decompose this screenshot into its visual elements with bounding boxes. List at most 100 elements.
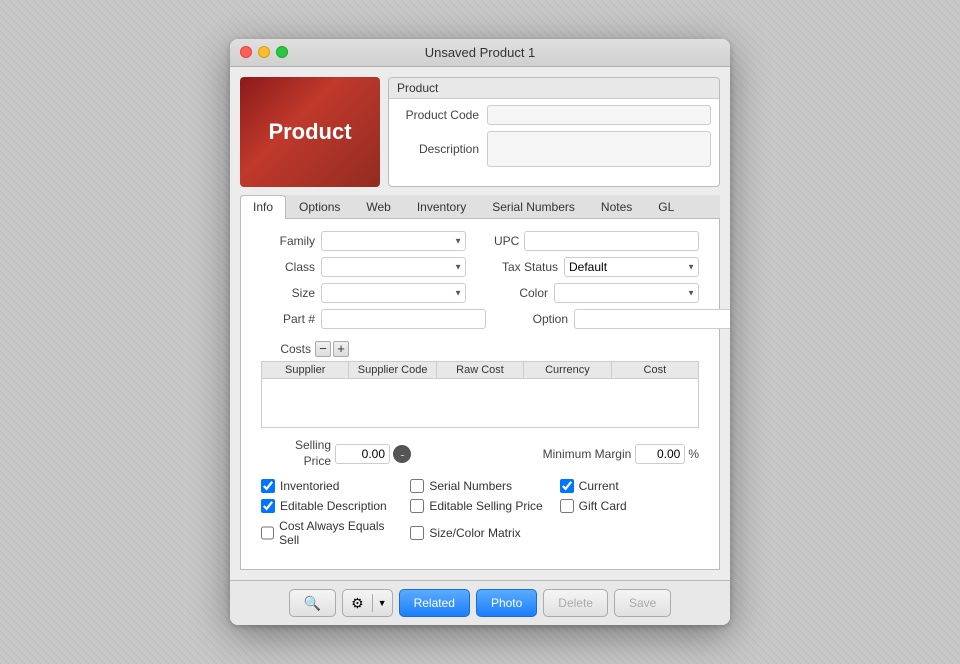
part-label: Part #: [261, 312, 321, 326]
percent-symbol: %: [688, 447, 699, 461]
search-icon: 🔍: [304, 595, 321, 612]
tabs: Info Options Web Inventory Serial Number…: [240, 195, 720, 219]
gear-icon[interactable]: ⚙: [343, 590, 372, 616]
save-label: Save: [629, 596, 656, 610]
size-label: Size: [261, 286, 321, 300]
size-input[interactable]: [321, 283, 466, 303]
size-color-matrix-checkbox[interactable]: Size/Color Matrix: [410, 519, 549, 547]
option-group: Option: [514, 309, 730, 329]
gift-card-checkbox[interactable]: Gift Card: [560, 499, 699, 513]
cost-always-equals-sell-checkbox[interactable]: Cost Always Equals Sell: [261, 519, 400, 547]
current-checkbox[interactable]: Current: [560, 479, 699, 493]
delete-label: Delete: [558, 596, 593, 610]
family-upc-row: Family ▼ UPC: [261, 231, 699, 251]
tab-content: Family ▼ UPC Class: [240, 219, 720, 570]
description-input[interactable]: [487, 131, 711, 167]
part-group: Part #: [261, 309, 486, 329]
tax-status-select-wrapper: Default Taxable Non-Taxable ▼: [564, 257, 699, 277]
editable-selling-price-checkbox[interactable]: Editable Selling Price: [410, 499, 549, 513]
top-section: Product Product Product Code Description: [240, 77, 720, 187]
option-input[interactable]: [574, 309, 730, 329]
class-group: Class ▼: [261, 257, 466, 277]
tab-web[interactable]: Web: [353, 195, 403, 218]
part-input[interactable]: [321, 309, 486, 329]
upc-group: UPC: [494, 231, 699, 251]
class-label: Class: [261, 260, 321, 274]
family-dropdown-wrapper: ▼: [321, 231, 466, 251]
tax-status-label: Tax Status: [494, 260, 564, 274]
fields-section: Family ▼ UPC Class: [261, 231, 699, 329]
family-label: Family: [261, 234, 321, 248]
costs-section: Costs − + Supplier Supplier Code Raw Cos…: [261, 341, 699, 428]
traffic-lights: [240, 46, 288, 58]
upc-input[interactable]: [524, 231, 699, 251]
tax-status-group: Tax Status Default Taxable Non-Taxable ▼: [494, 257, 699, 277]
delete-button[interactable]: Delete: [543, 589, 608, 617]
tab-options[interactable]: Options: [286, 195, 353, 218]
selling-price-label: SellingPrice: [261, 438, 331, 469]
class-select[interactable]: [321, 257, 466, 277]
product-info-header: Product: [389, 78, 719, 99]
costs-label: Costs: [261, 342, 311, 356]
color-label: Color: [494, 286, 554, 300]
col-supplier-code: Supplier Code: [349, 362, 436, 378]
window-title: Unsaved Product 1: [425, 45, 536, 60]
minimize-button[interactable]: [258, 46, 270, 58]
inventoried-checkbox[interactable]: Inventoried: [261, 479, 400, 493]
main-window: Unsaved Product 1 Product Product Produc…: [230, 39, 730, 625]
color-group: Color ▼: [494, 283, 699, 303]
serial-numbers-checkbox[interactable]: Serial Numbers: [410, 479, 549, 493]
tax-status-select[interactable]: Default Taxable Non-Taxable: [564, 257, 699, 277]
size-color-row: Size ▼ Color ▼: [261, 283, 699, 303]
related-label: Related: [414, 596, 455, 610]
product-code-input[interactable]: [487, 105, 711, 125]
col-raw-cost: Raw Cost: [437, 362, 524, 378]
tab-notes[interactable]: Notes: [588, 195, 645, 218]
size-dropdown-wrapper: ▼: [321, 283, 466, 303]
family-input[interactable]: [321, 231, 466, 251]
tab-inventory[interactable]: Inventory: [404, 195, 479, 218]
class-tax-row: Class ▼ Tax Status Default: [261, 257, 699, 277]
photo-label: Photo: [491, 596, 522, 610]
product-code-row: Product Code: [397, 105, 711, 125]
photo-button[interactable]: Photo: [476, 589, 537, 617]
size-group: Size ▼: [261, 283, 466, 303]
class-select-wrapper: ▼: [321, 257, 466, 277]
costs-table-body[interactable]: [261, 378, 699, 428]
add-cost-button[interactable]: +: [333, 341, 349, 357]
selling-price-row: SellingPrice Minimum Margin %: [261, 438, 699, 469]
tab-gl[interactable]: GL: [645, 195, 687, 218]
costs-header: Costs − +: [261, 341, 699, 357]
product-image-label: Product: [268, 119, 351, 145]
save-button[interactable]: Save: [614, 589, 671, 617]
family-group: Family ▼: [261, 231, 466, 251]
selling-price-button[interactable]: [393, 445, 411, 463]
costs-table-header: Supplier Supplier Code Raw Cost Currency…: [261, 361, 699, 378]
gear-split-button[interactable]: ⚙ ▼: [342, 589, 392, 617]
window-content: Product Product Product Code Description: [230, 67, 730, 580]
related-button[interactable]: Related: [399, 589, 470, 617]
description-label: Description: [397, 142, 487, 156]
tab-info[interactable]: Info: [240, 195, 286, 219]
product-info-body: Product Code Description: [389, 99, 719, 179]
titlebar: Unsaved Product 1: [230, 39, 730, 67]
product-code-label: Product Code: [397, 108, 487, 122]
editable-description-checkbox[interactable]: Editable Description: [261, 499, 400, 513]
description-row: Description: [397, 131, 711, 167]
selling-price-input[interactable]: [335, 444, 390, 464]
tab-serial-numbers[interactable]: Serial Numbers: [479, 195, 588, 218]
part-option-row: Part # Option: [261, 309, 699, 329]
remove-cost-button[interactable]: −: [315, 341, 331, 357]
upc-label: UPC: [494, 234, 524, 248]
color-dropdown-wrapper: ▼: [554, 283, 699, 303]
color-input[interactable]: [554, 283, 699, 303]
close-button[interactable]: [240, 46, 252, 58]
search-button[interactable]: 🔍: [289, 589, 336, 617]
toolbar: 🔍 ⚙ ▼ Related Photo Delete Save: [230, 580, 730, 625]
gear-dropdown-arrow[interactable]: ▼: [373, 590, 392, 616]
product-image[interactable]: Product: [240, 77, 380, 187]
min-margin-input[interactable]: [635, 444, 685, 464]
col-supplier: Supplier: [262, 362, 349, 378]
col-currency: Currency: [524, 362, 611, 378]
maximize-button[interactable]: [276, 46, 288, 58]
